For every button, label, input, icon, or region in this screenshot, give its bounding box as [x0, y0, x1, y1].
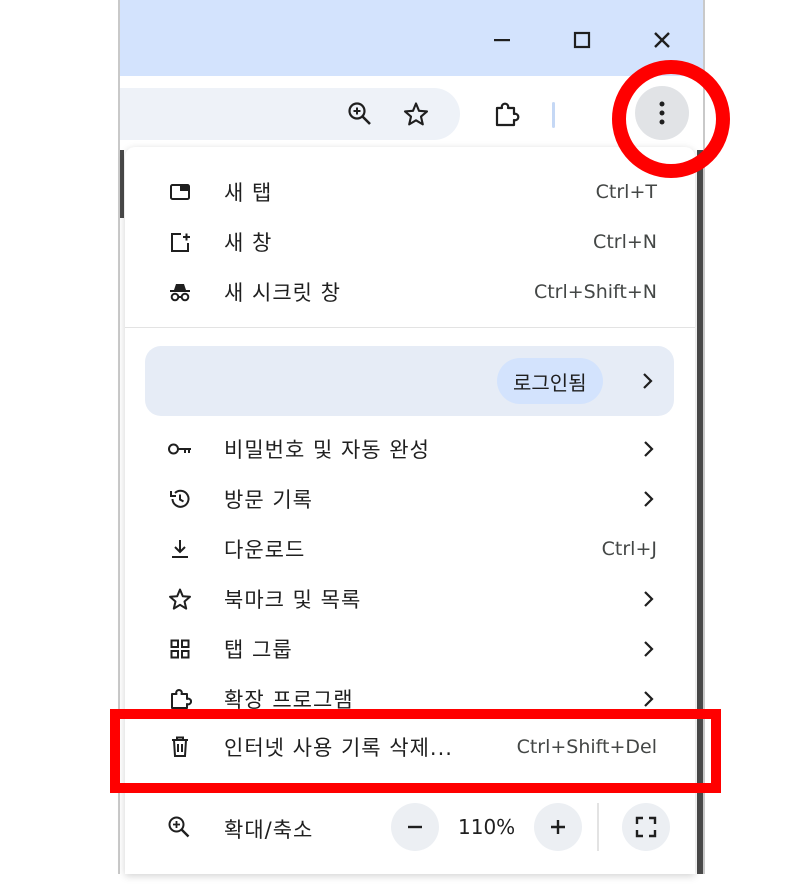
menu-item-label: 방문 기록: [224, 488, 313, 512]
zoom-out-button[interactable]: [391, 803, 439, 851]
page-edge: [120, 150, 124, 218]
minus-icon: [408, 825, 422, 829]
shortcut-text: Ctrl+N: [593, 231, 657, 253]
menu-item-label: 비밀번호 및 자동 완성: [224, 438, 430, 462]
menu-item-passwords-autofill[interactable]: 비밀번호 및 자동 완성: [125, 424, 695, 474]
menu-item-downloads[interactable]: 다운로드 Ctrl+J: [125, 524, 695, 574]
tab-groups-icon: [167, 636, 193, 662]
signed-in-badge: 로그인됨: [497, 358, 603, 404]
zoom-value: 110%: [458, 815, 516, 839]
menu-item-new-incognito-window[interactable]: 새 시크릿 창 Ctrl+Shift+N: [125, 267, 695, 317]
title-bar: [120, 0, 703, 76]
new-tab-icon: [167, 179, 193, 205]
maximize-icon: [573, 31, 591, 49]
highlight-box-clear-browsing-data: [110, 709, 721, 793]
menu-item-history[interactable]: 방문 기록: [125, 474, 695, 524]
menu-item-tab-groups[interactable]: 탭 그룹: [125, 624, 695, 674]
menu-item-label: 탭 그룹: [224, 638, 293, 662]
highlight-circle-more-menu: [612, 60, 730, 178]
zoom-row: 확대/축소 110%: [125, 803, 695, 853]
maximize-button[interactable]: [560, 24, 604, 56]
zoom-separator: [597, 803, 599, 851]
zoom-in-icon[interactable]: [340, 94, 380, 134]
toolbar-separator: [552, 102, 555, 128]
shortcut-text: Ctrl+T: [595, 181, 657, 203]
chevron-right-icon: [643, 373, 653, 389]
chevron-right-icon: [644, 641, 654, 657]
menu-item-label: 새 탭: [224, 181, 273, 205]
profile-row[interactable]: 로그인됨: [145, 346, 674, 416]
minimize-button[interactable]: [480, 24, 524, 56]
menu-item-label: 북마크 및 목록: [224, 588, 362, 612]
plus-icon: [551, 820, 565, 834]
zoom-in-button[interactable]: [534, 803, 582, 851]
menu-divider: [125, 327, 695, 328]
chevron-right-icon: [644, 691, 654, 707]
key-icon: [167, 436, 193, 462]
menu-item-bookmarks-lists[interactable]: 북마크 및 목록: [125, 574, 695, 624]
chevron-right-icon: [644, 441, 654, 457]
menu-item-label: 다운로드: [224, 538, 306, 562]
menu-item-new-tab[interactable]: 새 탭 Ctrl+T: [125, 167, 695, 217]
chevron-right-icon: [644, 591, 654, 607]
bookmark-star-icon[interactable]: [396, 94, 436, 134]
new-window-icon: [167, 229, 193, 255]
minimize-icon: [494, 39, 510, 42]
fullscreen-icon: [635, 816, 657, 838]
zoom-icon: [167, 815, 193, 841]
menu-item-label: 새 시크릿 창: [224, 281, 341, 305]
download-icon: [167, 536, 193, 562]
shortcut-text: Ctrl+J: [601, 538, 657, 560]
close-button[interactable]: [640, 24, 684, 56]
menu-item-label: 새 창: [224, 231, 273, 255]
close-icon: [654, 32, 670, 48]
shortcut-text: Ctrl+Shift+N: [533, 281, 657, 303]
star-icon: [167, 586, 193, 612]
fullscreen-button[interactable]: [622, 803, 670, 851]
extension-puzzle-icon[interactable]: [486, 94, 526, 134]
history-icon: [167, 486, 193, 512]
incognito-icon: [167, 279, 193, 305]
menu-item-new-window[interactable]: 새 창 Ctrl+N: [125, 217, 695, 267]
chevron-right-icon: [644, 491, 654, 507]
zoom-label: 확대/축소: [224, 818, 314, 842]
